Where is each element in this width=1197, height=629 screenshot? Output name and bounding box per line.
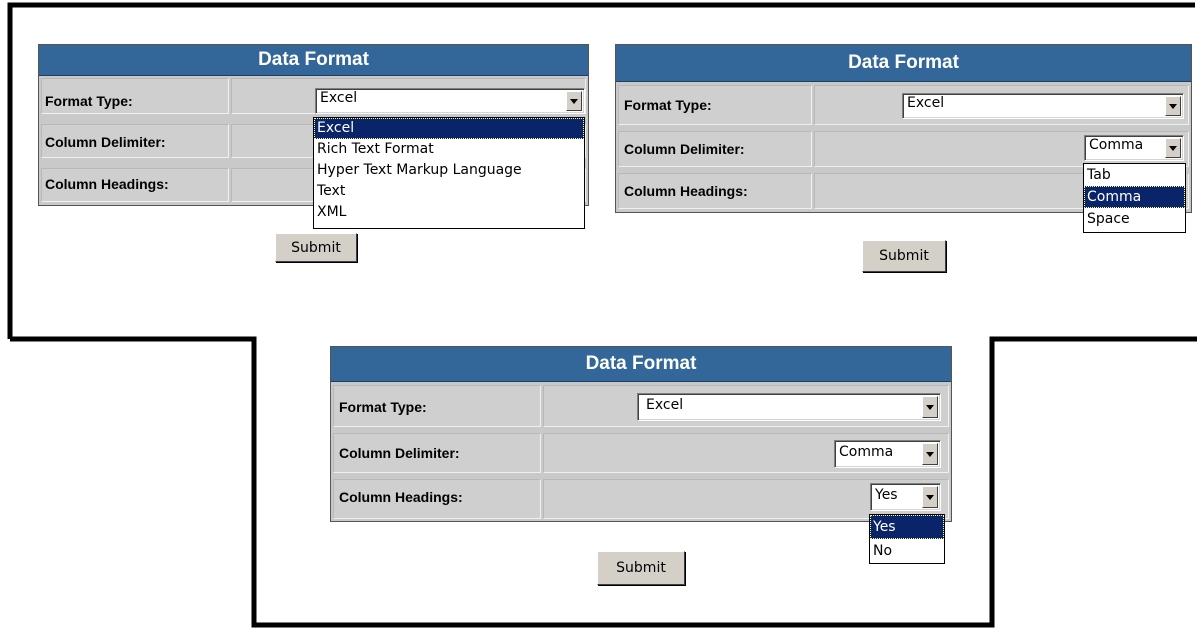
option-xml[interactable]: XML — [314, 202, 584, 223]
option-space[interactable]: Space — [1084, 208, 1185, 230]
column-delimiter-value: Comma — [839, 444, 894, 460]
format-type-value: Excel — [907, 95, 945, 111]
dropdown-arrow-icon[interactable] — [1165, 96, 1181, 116]
column-headings-label: Column Headings: — [45, 176, 169, 192]
option-yes[interactable]: Yes — [870, 515, 944, 539]
column-delimiter-select[interactable]: Comma — [834, 440, 941, 468]
dropdown-arrow-icon[interactable] — [922, 443, 938, 465]
column-headings-select[interactable]: Yes — [870, 483, 941, 511]
format-type-select[interactable]: Excel — [315, 88, 585, 114]
column-delimiter-label: Column Delimiter: — [45, 134, 166, 150]
row-format-type: Format Type: Excel — [39, 76, 588, 116]
column-delimiter-dropdown-list: Tab Comma Space — [1083, 163, 1186, 233]
format-type-value: Excel — [320, 90, 358, 106]
option-rich-text-format[interactable]: Rich Text Format — [314, 139, 584, 160]
format-type-select[interactable]: Excel — [637, 393, 941, 421]
row-column-headings: Column Headings: Yes — [331, 477, 951, 521]
format-type-label: Format Type: — [45, 93, 133, 109]
column-delimiter-label: Column Delimiter: — [624, 141, 745, 157]
dropdown-arrow-icon[interactable] — [566, 91, 582, 111]
option-excel[interactable]: Excel — [314, 118, 584, 139]
panel-title: Data Format — [39, 45, 588, 76]
format-type-select[interactable]: Excel — [902, 93, 1184, 119]
column-delimiter-value: Comma — [1089, 137, 1144, 153]
panel-title: Data Format — [331, 347, 951, 382]
column-headings-label: Column Headings: — [339, 489, 463, 505]
format-type-dropdown-list: Excel Rich Text Format Hyper Text Markup… — [313, 117, 585, 229]
format-type-label: Format Type: — [339, 399, 427, 415]
option-text[interactable]: Text — [314, 181, 584, 202]
column-delimiter-select[interactable]: Comma — [1084, 135, 1184, 161]
format-type-value: Excel — [646, 397, 684, 413]
column-headings-label: Column Headings: — [624, 183, 748, 199]
option-tab[interactable]: Tab — [1084, 164, 1185, 186]
column-headings-dropdown-list: Yes No — [869, 514, 945, 564]
column-delimiter-label: Column Delimiter: — [339, 445, 460, 461]
dropdown-arrow-icon[interactable] — [1165, 138, 1181, 158]
submit-button[interactable]: Submit — [597, 551, 685, 585]
row-format-type: Format Type: Excel — [331, 383, 951, 429]
row-column-delimiter: Column Delimiter: Comma — [331, 431, 951, 475]
panel-title: Data Format — [616, 45, 1191, 82]
option-comma[interactable]: Comma — [1084, 186, 1185, 208]
submit-button[interactable]: Submit — [275, 233, 357, 262]
dropdown-arrow-icon[interactable] — [922, 396, 938, 418]
dropdown-arrow-icon[interactable] — [922, 486, 938, 508]
option-hyper-text-markup-language[interactable]: Hyper Text Markup Language — [314, 160, 584, 181]
option-no[interactable]: No — [870, 539, 944, 563]
row-format-type: Format Type: Excel — [616, 83, 1191, 127]
format-type-label: Format Type: — [624, 97, 712, 113]
column-headings-value: Yes — [875, 487, 898, 503]
submit-button[interactable]: Submit — [862, 240, 946, 272]
data-format-panel-3: Data Format Format Type: Excel Column De… — [330, 346, 952, 522]
